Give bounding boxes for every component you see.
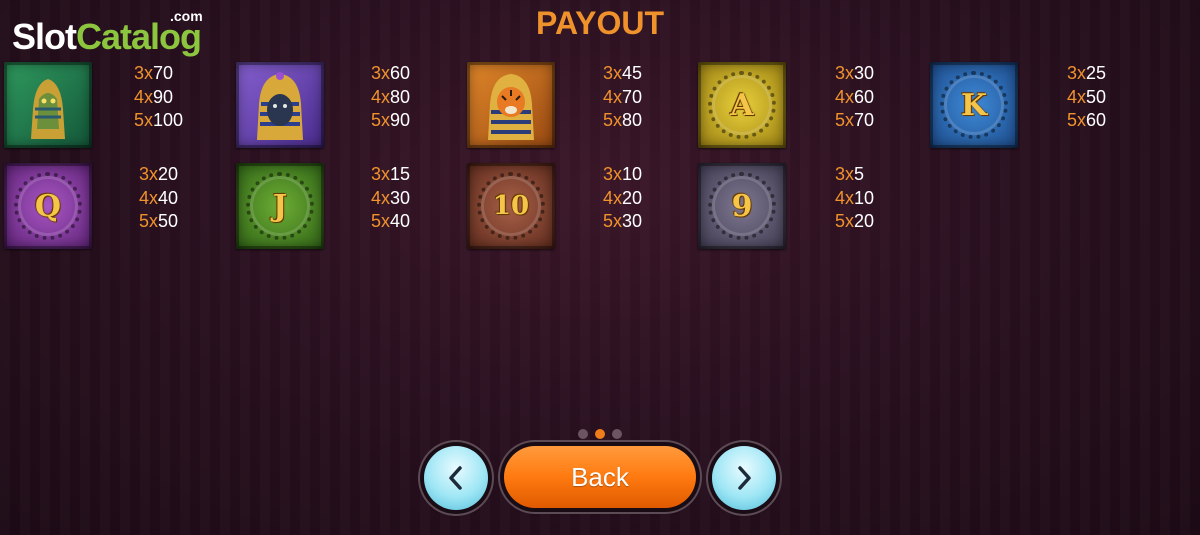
symbol-9: 9 xyxy=(698,163,786,249)
gorilla-pharaoh-icon xyxy=(257,72,303,140)
symbol-j: J xyxy=(236,163,324,249)
page-indicator xyxy=(578,429,622,439)
ornament-ring: Q xyxy=(14,172,82,240)
page-dot-3[interactable] xyxy=(612,429,622,439)
chevron-right-icon xyxy=(738,466,751,490)
chevron-left-icon xyxy=(449,466,462,490)
back-button[interactable]: Back xyxy=(504,446,696,508)
pay-table-reptile-god: 3x70 4x90 5x100 xyxy=(134,63,184,130)
pay-table-q: 3x20 4x40 5x50 xyxy=(139,164,179,231)
pay-table-k: 3x25 4x50 5x60 xyxy=(1067,63,1107,130)
pay-table-gorilla-pharaoh: 3x60 4x80 5x90 xyxy=(371,63,411,130)
symbol-tiger-pharaoh xyxy=(467,62,555,148)
page-dot-1[interactable] xyxy=(578,429,588,439)
ornament-ring: J xyxy=(246,172,314,240)
ornament-ring: 10 xyxy=(477,172,545,240)
symbol-a: A xyxy=(698,62,786,148)
symbol-reptile-god xyxy=(4,62,92,148)
ornament-ring: K xyxy=(940,71,1008,139)
ornament-ring: A xyxy=(708,71,776,139)
reptile-god-icon xyxy=(31,79,65,139)
symbol-gorilla-pharaoh xyxy=(236,62,324,148)
pay-table-a: 3x30 4x60 5x70 xyxy=(835,63,875,130)
ornament-ring: 9 xyxy=(708,172,776,240)
pay-table-j: 3x15 4x30 5x40 xyxy=(371,164,411,231)
symbol-10: 10 xyxy=(467,163,555,249)
previous-page-button[interactable] xyxy=(424,446,488,510)
tiger-pharaoh-icon xyxy=(488,74,534,140)
pay-table-tiger-pharaoh: 3x45 4x70 5x80 xyxy=(603,63,643,130)
symbol-k: K xyxy=(930,62,1018,148)
symbol-q: Q xyxy=(4,163,92,249)
page-title: PAYOUT xyxy=(535,5,665,41)
pay-table-10: 3x10 4x20 5x30 xyxy=(603,164,643,231)
pay-table-9: 3x5 4x10 5x20 xyxy=(835,164,875,231)
page-dot-2-active[interactable] xyxy=(595,429,605,439)
next-page-button[interactable] xyxy=(712,446,776,510)
